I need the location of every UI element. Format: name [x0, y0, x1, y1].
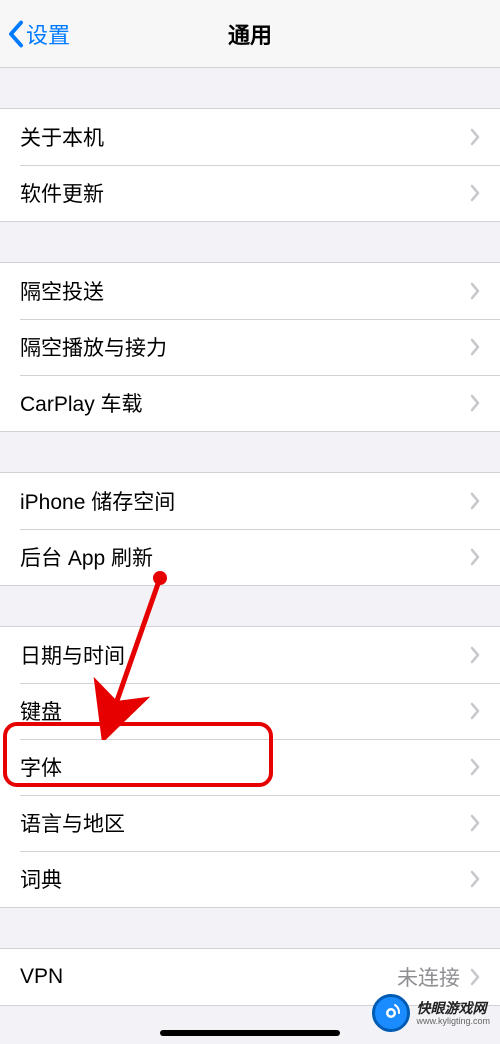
chevron-right-icon	[470, 814, 480, 832]
section-general-settings: 日期与时间 键盘 字体 语言与地区 词典	[0, 626, 500, 908]
back-button[interactable]: 设置	[0, 18, 70, 50]
chevron-right-icon	[470, 870, 480, 888]
chevron-right-icon	[470, 758, 480, 776]
row-label: 日期与时间	[20, 640, 470, 670]
row-label: 隔空播放与接力	[20, 332, 470, 362]
chevron-right-icon	[470, 184, 480, 202]
chevron-right-icon	[470, 394, 480, 412]
row-label: iPhone 储存空间	[20, 486, 470, 516]
chevron-right-icon	[470, 492, 480, 510]
chevron-right-icon	[470, 646, 480, 664]
section-airdrop: 隔空投送 隔空播放与接力 CarPlay 车载	[0, 262, 500, 432]
row-label: CarPlay 车载	[20, 388, 470, 418]
row-iphone-storage[interactable]: iPhone 储存空间	[0, 473, 500, 529]
row-keyboard[interactable]: 键盘	[0, 683, 500, 739]
chevron-right-icon	[470, 128, 480, 146]
row-label: 软件更新	[20, 178, 470, 208]
chevron-right-icon	[470, 282, 480, 300]
page-title: 通用	[228, 18, 272, 50]
watermark: 快眼游戏网 www.kyligting.com	[372, 994, 490, 1032]
chevron-right-icon	[470, 968, 480, 986]
chevron-right-icon	[470, 702, 480, 720]
row-label: 键盘	[20, 696, 470, 726]
row-background-app-refresh[interactable]: 后台 App 刷新	[0, 529, 500, 585]
section-about: 关于本机 软件更新	[0, 108, 500, 222]
watermark-title: 快眼游戏网	[416, 1001, 490, 1015]
row-label: 词典	[20, 864, 470, 894]
section-storage: iPhone 储存空间 后台 App 刷新	[0, 472, 500, 586]
row-carplay[interactable]: CarPlay 车载	[0, 375, 500, 431]
row-about[interactable]: 关于本机	[0, 109, 500, 165]
row-label: 后台 App 刷新	[20, 542, 470, 572]
row-label: VPN	[20, 965, 397, 989]
row-language-region[interactable]: 语言与地区	[0, 795, 500, 851]
row-label: 语言与地区	[20, 808, 470, 838]
row-label: 字体	[20, 752, 470, 782]
row-date-time[interactable]: 日期与时间	[0, 627, 500, 683]
chevron-right-icon	[470, 548, 480, 566]
watermark-logo-icon	[372, 994, 410, 1032]
back-label: 设置	[26, 18, 70, 50]
chevron-left-icon	[8, 20, 24, 48]
row-fonts[interactable]: 字体	[0, 739, 500, 795]
row-software-update[interactable]: 软件更新	[0, 165, 500, 221]
watermark-url: www.kyligting.com	[416, 1017, 490, 1026]
row-airplay-handoff[interactable]: 隔空播放与接力	[0, 319, 500, 375]
row-label: 关于本机	[20, 122, 470, 152]
row-airdrop[interactable]: 隔空投送	[0, 263, 500, 319]
row-label: 隔空投送	[20, 276, 470, 306]
navigation-bar: 设置 通用	[0, 0, 500, 68]
chevron-right-icon	[470, 338, 480, 356]
row-value: 未连接	[397, 962, 460, 992]
home-indicator	[160, 1030, 340, 1036]
row-dictionary[interactable]: 词典	[0, 851, 500, 907]
